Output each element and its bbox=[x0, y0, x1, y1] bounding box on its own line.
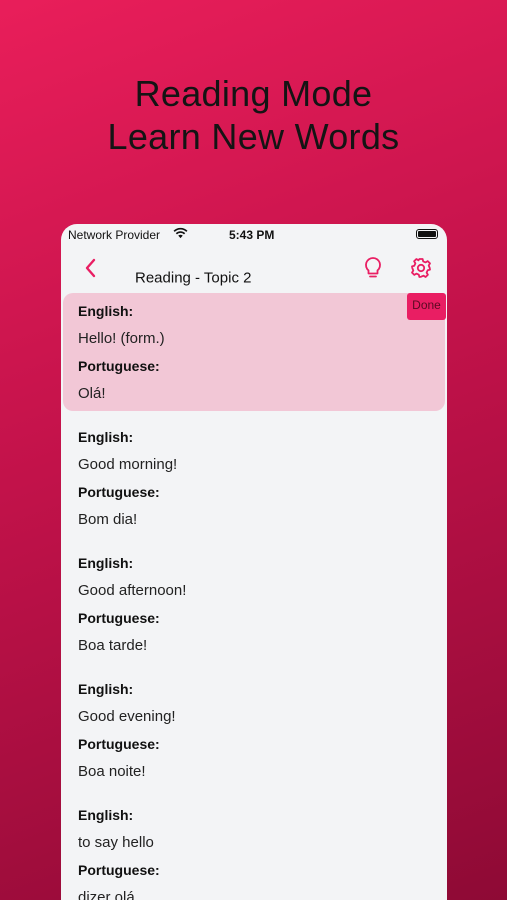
portuguese-text: Bom dia! bbox=[78, 511, 138, 528]
gear-icon[interactable] bbox=[409, 255, 433, 281]
english-text: Hello! (form.) bbox=[78, 330, 165, 347]
carrier-label: Network Provider bbox=[68, 228, 161, 242]
english-label: English: bbox=[78, 429, 134, 445]
portuguese-text: Boa tarde! bbox=[78, 637, 148, 654]
vocab-card[interactable]: English: to say hello Portuguese: dizer … bbox=[63, 797, 445, 900]
english-text: Good morning! bbox=[78, 456, 178, 473]
english-label: English: bbox=[78, 681, 134, 697]
lightbulb-icon[interactable] bbox=[361, 255, 385, 281]
portuguese-label: Portuguese: bbox=[78, 484, 160, 500]
portuguese-text: Olá! bbox=[78, 385, 106, 402]
english-text: to say hello bbox=[78, 834, 154, 851]
vocab-card[interactable]: English: Good morning! Portuguese: Bom d… bbox=[63, 419, 445, 545]
english-text: Good evening! bbox=[78, 708, 176, 725]
portuguese-label: Portuguese: bbox=[78, 862, 160, 878]
portuguese-label: Portuguese: bbox=[78, 358, 160, 374]
clock-time: 5:43 PM bbox=[229, 228, 275, 242]
english-label: English: bbox=[78, 807, 134, 823]
portuguese-text: dizer olá bbox=[78, 889, 135, 900]
portuguese-label: Portuguese: bbox=[78, 610, 160, 626]
battery-icon bbox=[416, 229, 438, 239]
status-bar: Network Provider 5:43 PM bbox=[61, 224, 447, 246]
english-label: English: bbox=[78, 555, 134, 571]
vocab-card[interactable]: English: Good afternoon! Portuguese: Boa… bbox=[63, 545, 445, 671]
promo-headline: Reading Mode Learn New Words bbox=[0, 72, 507, 158]
portuguese-label: Portuguese: bbox=[78, 736, 160, 752]
vocab-card[interactable]: English: Good evening! Portuguese: Boa n… bbox=[63, 671, 445, 797]
headline-line-2: Learn New Words bbox=[107, 116, 400, 157]
headline-line-1: Reading Mode bbox=[134, 73, 373, 114]
phone-screen: Network Provider 5:43 PM Reading - Topic… bbox=[61, 224, 447, 900]
page-title: Reading - Topic 2 bbox=[135, 269, 252, 287]
done-button[interactable]: Done bbox=[407, 293, 446, 320]
wifi-icon bbox=[173, 227, 188, 239]
portuguese-text: Boa noite! bbox=[78, 763, 146, 780]
english-text: Good afternoon! bbox=[78, 582, 187, 599]
back-chevron-icon[interactable] bbox=[79, 256, 103, 280]
vocab-card[interactable]: English: Hello! (form.) Portuguese: Olá! bbox=[63, 293, 445, 411]
navigation-bar: Reading - Topic 2 bbox=[61, 246, 447, 294]
vocabulary-list: English: Hello! (form.) Portuguese: Olá!… bbox=[61, 293, 447, 900]
english-label: English: bbox=[78, 303, 134, 319]
